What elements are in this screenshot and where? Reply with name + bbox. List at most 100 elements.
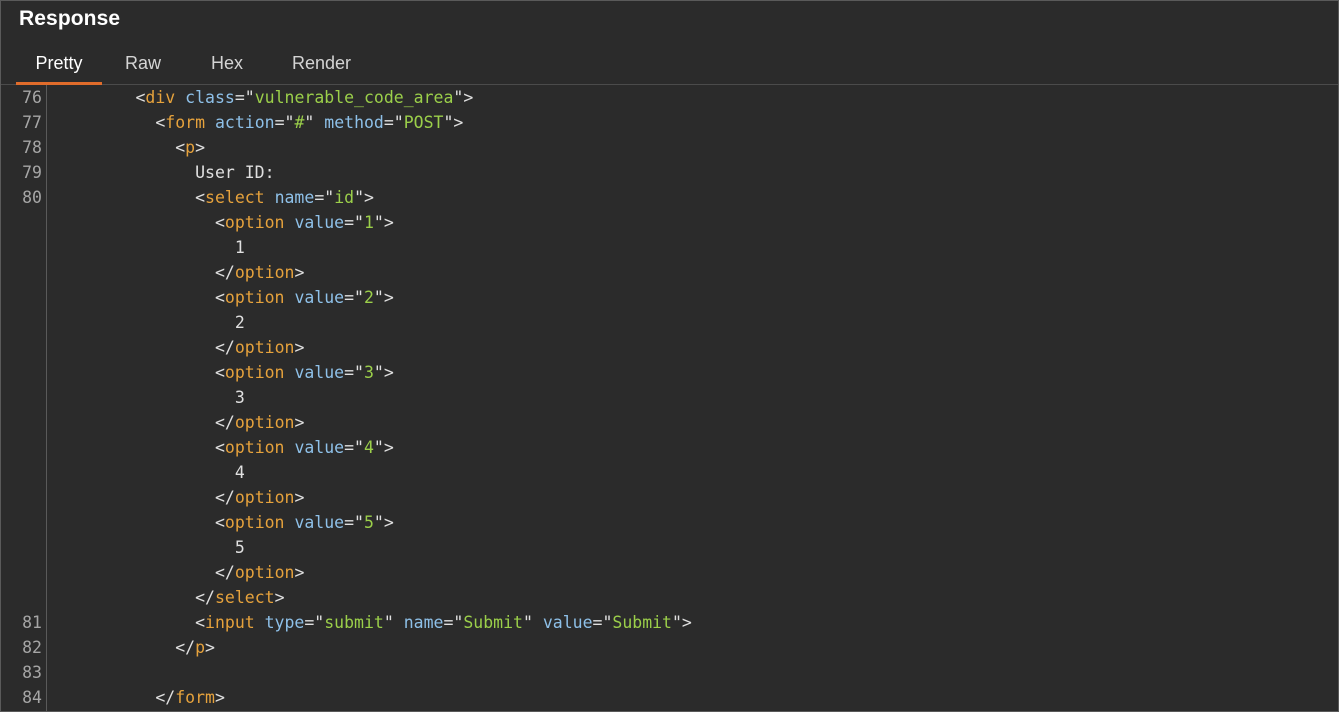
line-number	[1, 310, 42, 335]
code-token-punc: ="	[383, 113, 404, 132]
code-token-punc: ="	[344, 363, 364, 382]
code-token-attr: name	[403, 613, 444, 632]
code-token-tag: option	[234, 488, 295, 507]
code-line: 1	[56, 235, 245, 260]
line-number	[1, 335, 42, 360]
code-editor[interactable]: 76 77 78 79 80 81 82 83 84 <div class="vulnerabl…	[1, 85, 1338, 711]
code-token-tag: option	[234, 563, 295, 582]
view-tabs: Pretty Raw Hex Render	[1, 43, 1338, 85]
code-token-punc: ="	[344, 288, 364, 307]
code-token-txt: 3	[234, 388, 245, 407]
code-token-punc: </	[214, 488, 235, 507]
code-token-val: Submit	[463, 613, 523, 632]
code-token-tag: option	[224, 438, 285, 457]
line-number: 79	[22, 163, 42, 182]
code-token-punc: ="	[344, 213, 364, 232]
code-line: 2	[56, 310, 245, 335]
code-token-punc: </	[195, 588, 215, 607]
line-number: 78	[22, 138, 42, 157]
code-token-punc: <	[214, 288, 225, 307]
code-token-tag: p	[195, 638, 206, 657]
code-token-punc: ="	[344, 438, 364, 457]
code-token-punc: <	[175, 138, 186, 157]
code-token-punc	[175, 88, 185, 107]
code-token-attr: value	[294, 213, 345, 232]
code-token-punc: ">	[453, 88, 474, 107]
code-line: <select name="id">	[56, 185, 374, 210]
line-number	[1, 360, 42, 385]
tab-raw[interactable]: Raw	[125, 43, 161, 82]
code-line: </option>	[56, 410, 304, 435]
code-line: </option>	[56, 560, 304, 585]
code-token-val: POST	[403, 113, 444, 132]
code-line: <option value="2">	[56, 285, 394, 310]
code-line: <option value="1">	[56, 210, 394, 235]
code-token-attr: value	[294, 438, 345, 457]
code-token-punc: ="	[274, 113, 295, 132]
code-token-txt: 4	[234, 463, 245, 482]
code-token-txt: User ID:	[195, 163, 275, 182]
line-number-gutter: 76 77 78 79 80 81 82 83 84	[1, 85, 47, 711]
code-line: <option value="4">	[56, 435, 394, 460]
line-number: 83	[22, 663, 42, 682]
code-token-punc: </	[175, 638, 196, 657]
code-token-tag: form	[175, 688, 215, 707]
line-number	[1, 435, 42, 460]
code-token-attr: type	[264, 613, 305, 632]
code-token-punc: >	[195, 138, 206, 157]
code-token-punc: ">	[443, 113, 464, 132]
code-token-tag: option	[224, 213, 285, 232]
code-token-punc: ="	[344, 513, 364, 532]
code-token-txt: 1	[234, 238, 245, 257]
code-token-val: id	[334, 188, 355, 207]
code-token-punc: ">	[354, 188, 374, 207]
code-token-punc: >	[294, 263, 305, 282]
code-token-punc: >	[294, 338, 305, 357]
code-line: 5	[56, 535, 245, 560]
line-number: 80	[22, 188, 42, 207]
tab-pretty[interactable]: Pretty	[16, 43, 102, 85]
code-token-val: 5	[363, 513, 374, 532]
code-token-tag: select	[205, 188, 265, 207]
code-token-punc: <	[195, 188, 206, 207]
code-line: </option>	[56, 260, 304, 285]
code-token-tag: option	[224, 288, 285, 307]
code-line: <option value="3">	[56, 360, 394, 385]
line-number	[1, 385, 42, 410]
code-token-val: vulnerable_code_area	[254, 88, 454, 107]
code-token-attr: value	[294, 363, 345, 382]
code-token-val: 3	[363, 363, 374, 382]
tab-hex[interactable]: Hex	[211, 43, 243, 82]
code-token-val: 2	[363, 288, 374, 307]
code-token-punc: <	[214, 213, 225, 232]
code-line: </select>	[56, 585, 285, 610]
code-token-punc: >	[205, 638, 215, 657]
code-token-punc: </	[214, 263, 235, 282]
line-number	[1, 460, 42, 485]
tab-render[interactable]: Render	[292, 43, 351, 82]
code-token-punc: </	[214, 338, 235, 357]
code-token-punc: >	[274, 588, 285, 607]
line-number: 84	[22, 688, 42, 707]
code-token-punc: </	[214, 413, 235, 432]
line-number	[1, 485, 42, 510]
response-panel: Response Pretty Raw Hex Render 76 77 78 79 8…	[0, 0, 1339, 712]
line-number	[1, 510, 42, 535]
code-token-val: #	[294, 113, 305, 132]
line-number	[1, 535, 42, 560]
code-token-punc: "	[304, 113, 325, 132]
